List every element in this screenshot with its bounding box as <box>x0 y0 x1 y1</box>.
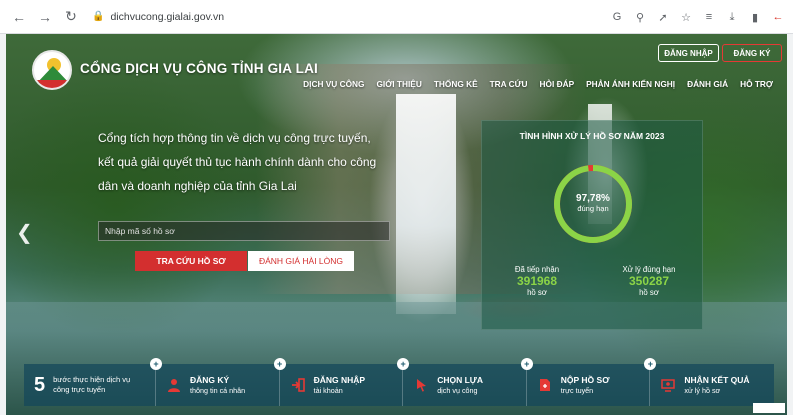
step-title: NHẬN KẾT QUẢ <box>684 374 750 385</box>
star-icon[interactable]: ☆ <box>679 10 693 24</box>
sidebar-icon[interactable]: ▮ <box>748 10 762 24</box>
extension-icon[interactable]: ← <box>771 10 785 24</box>
monitor-user-icon <box>660 377 676 393</box>
steps-count: 5 <box>34 373 46 396</box>
step-sub: xử lý hồ sơ <box>684 385 721 395</box>
lookup-button[interactable]: TRA CỨU HỒ SƠ <box>135 251 247 271</box>
register-button[interactable]: ĐĂNG KÝ <box>722 44 782 62</box>
received-label: Đã tiếp nhận <box>514 265 560 274</box>
download-icon[interactable]: ⤓ <box>725 10 739 24</box>
processed-label: Xử lý đúng hạn <box>622 265 676 274</box>
browser-toolbar: ← → ↻ 🔒 dichvucong.gialai.gov.vn G ⚲ ➚ ☆… <box>0 0 793 34</box>
step-title: ĐĂNG NHẬP <box>313 374 366 385</box>
site-logo[interactable] <box>32 50 72 90</box>
url-text: dichvucong.gialai.gov.vn <box>110 10 225 23</box>
steps-bar: 5 bước thực hiện dịch vụ công trực tuyến… <box>24 358 774 406</box>
menu-item-ho-tro[interactable]: HỖ TRỢ <box>734 79 779 89</box>
plus-icon: + <box>150 358 162 370</box>
received-unit: hồ sơ <box>527 288 547 297</box>
received-stat: Đã tiếp nhận 391968 hồ sơ <box>492 265 582 297</box>
playlist-icon[interactable]: ≡ <box>702 10 716 24</box>
steps-intro-text: bước thực hiện dịch vụ công trực tuyến <box>53 375 131 394</box>
corner-badge <box>753 403 785 413</box>
login-button[interactable]: ĐĂNG NHẬP <box>658 44 719 62</box>
forward-icon[interactable]: → <box>34 6 56 28</box>
intro-text: Cổng tích hợp thông tin về dịch vụ công … <box>98 131 377 193</box>
donut-label: 97,78% đúng hạn <box>550 193 636 213</box>
person-icon <box>166 377 182 393</box>
plus-icon: + <box>397 358 410 370</box>
step-title: NỘP HỒ SƠ <box>560 374 610 385</box>
steps-intro: 5 bước thực hiện dịch vụ công trực tuyến <box>24 364 156 406</box>
cursor-icon <box>413 377 429 393</box>
processed-unit: hồ sơ <box>639 288 659 297</box>
menu-item-danh-gia[interactable]: ĐÁNH GIÁ <box>681 79 734 89</box>
share-icon[interactable]: ➚ <box>656 10 670 24</box>
reload-icon[interactable]: ↻ <box>60 6 82 28</box>
step-login[interactable]: + ĐĂNG NHẬP tài khoản <box>273 358 404 406</box>
document-icon <box>537 377 553 393</box>
main-menu: DỊCH VỤ CÔNG GIỚI THIỆU THỐNG KÊ TRA CỨU… <box>297 79 779 89</box>
login-icon <box>290 377 306 393</box>
step-choose[interactable]: + CHỌN LỰA dịch vụ công <box>397 358 527 406</box>
hero-banner: CỔNG DỊCH VỤ CÔNG TỈNH GIA LAI ĐĂNG NHẬP… <box>6 34 787 415</box>
lock-icon[interactable]: 🔒 <box>92 11 104 22</box>
plus-icon: + <box>273 358 286 370</box>
on-time-percent: 97,78% <box>576 193 610 204</box>
search-input[interactable] <box>98 221 390 241</box>
menu-item-dich-vu-cong[interactable]: DỊCH VỤ CÔNG <box>297 79 370 89</box>
step-sub: thông tin cá nhân <box>190 385 246 395</box>
on-time-label: đúng hạn <box>577 204 609 213</box>
menu-item-hoi-dap[interactable]: HỎI ĐÁP <box>534 79 581 89</box>
step-title: CHỌN LỰA <box>437 374 483 385</box>
menu-item-gioi-thieu[interactable]: GIỚI THIỆU <box>370 79 427 89</box>
processed-stat: Xử lý đúng hạn 350287 hồ sơ <box>604 265 694 297</box>
waterfall <box>396 94 456 314</box>
back-icon[interactable]: ← <box>8 6 30 28</box>
rate-button[interactable]: ĐÁNH GIÁ HÀI LÒNG <box>248 251 354 271</box>
step-sub: tài khoản <box>313 385 343 395</box>
step-sub: dịch vụ công <box>437 385 478 395</box>
processed-value: 350287 <box>628 274 670 288</box>
step-sub: trực tuyến <box>560 385 594 395</box>
step-title: ĐĂNG KÝ <box>190 374 230 385</box>
menu-item-tra-cuu[interactable]: TRA CỨU <box>484 79 534 89</box>
zoom-icon[interactable]: ⚲ <box>633 10 647 24</box>
translate-icon[interactable]: G <box>610 10 624 24</box>
menu-item-phan-anh[interactable]: PHẢN ÁNH KIẾN NGHỊ <box>580 79 681 89</box>
chevron-left-icon[interactable]: ❮ <box>16 220 33 245</box>
menu-item-thong-ke[interactable]: THỐNG KÊ <box>428 79 484 89</box>
step-receive[interactable]: + NHẬN KẾT QUẢ xử lý hồ sơ <box>644 358 774 406</box>
step-register[interactable]: + ĐĂNG KÝ thông tin cá nhân <box>150 358 280 406</box>
browser-tools: G ⚲ ➚ ☆ ≡ ⤓ ▮ ← <box>610 0 785 34</box>
stats-title: TÌNH HÌNH XỬ LÝ HỒ SƠ NĂM 2023 <box>519 131 665 141</box>
plus-icon: + <box>644 358 657 370</box>
step-submit[interactable]: + NỘP HỒ SƠ trực tuyến <box>520 358 651 406</box>
stats-panel: TÌNH HÌNH XỬ LÝ HỒ SƠ NĂM 2023 97,78% đú… <box>481 120 703 330</box>
plus-icon: + <box>520 358 533 370</box>
site-title[interactable]: CỔNG DỊCH VỤ CÔNG TỈNH GIA LAI <box>80 61 318 76</box>
address-bar[interactable]: 🔒 dichvucong.gialai.gov.vn <box>92 5 652 29</box>
received-value: 391968 <box>516 274 558 288</box>
